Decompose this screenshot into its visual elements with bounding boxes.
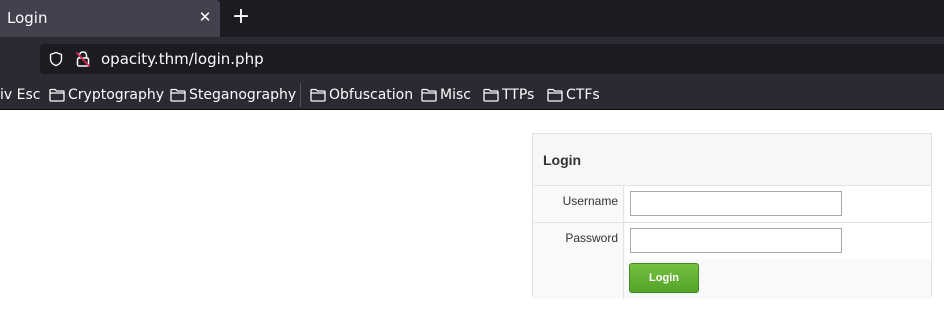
username-label-cell: Username	[533, 186, 624, 222]
folder-icon	[49, 88, 65, 102]
navigation-bar: opacity.thm/login.php	[0, 37, 944, 79]
password-label-cell: Password	[533, 223, 624, 259]
bookmark-label: Obfuscation	[329, 87, 414, 103]
tab-title: Login	[7, 9, 48, 27]
submit-label-cell	[533, 259, 624, 299]
folder-icon	[310, 88, 326, 102]
bookmark-label: iv Esc	[0, 87, 41, 103]
bookmark-steganography[interactable]: Steganography	[170, 86, 296, 104]
username-field-cell	[625, 186, 931, 222]
login-form: Login Username Password Login	[532, 133, 932, 299]
login-header: Login	[533, 134, 931, 186]
bookmark-label: Cryptography	[68, 87, 165, 103]
username-row: Username	[533, 186, 931, 223]
password-input[interactable]	[630, 228, 842, 253]
submit-field-cell: Login	[625, 259, 931, 299]
bookmark-obfuscation[interactable]: Obfuscation	[310, 86, 413, 104]
password-label: Password	[565, 231, 618, 245]
bookmark-ttps[interactable]: TTPs	[483, 86, 534, 104]
bookmark-cryptography[interactable]: Cryptography	[49, 86, 164, 104]
folder-icon	[483, 88, 499, 102]
tab-bar: Login ✕ +	[0, 0, 944, 37]
bookmark-label: CTFs	[566, 87, 600, 103]
login-title: Login	[543, 152, 582, 168]
new-tab-button[interactable]: +	[231, 6, 251, 28]
username-input[interactable]	[630, 191, 842, 216]
shield-icon[interactable]	[48, 51, 64, 67]
bookmark-label: Steganography	[189, 87, 297, 103]
bookmark-label: TTPs	[502, 87, 535, 103]
password-row: Password	[533, 223, 931, 260]
submit-row: Login	[533, 259, 931, 299]
bookmark-misc[interactable]: Misc	[421, 86, 471, 104]
folder-icon	[170, 88, 186, 102]
bookmark-ctfs[interactable]: CTFs	[547, 86, 600, 104]
folder-icon	[547, 88, 563, 102]
folder-icon	[421, 88, 437, 102]
login-button[interactable]: Login	[629, 263, 699, 293]
bookmark-priv-esc[interactable]: iv Esc	[0, 86, 40, 104]
url-text[interactable]: opacity.thm/login.php	[101, 50, 264, 68]
bookmarks-toolbar: iv Esc Cryptography Steganography Obfusc…	[0, 79, 944, 110]
address-bar[interactable]: opacity.thm/login.php	[40, 44, 944, 74]
active-tab[interactable]: Login ✕	[0, 0, 220, 37]
password-field-cell	[625, 223, 931, 259]
username-label: Username	[562, 194, 618, 208]
close-tab-icon[interactable]: ✕	[197, 8, 213, 26]
insecure-lock-icon[interactable]	[75, 50, 91, 68]
bookmark-label: Misc	[440, 87, 471, 103]
bookmarks-separator	[300, 83, 301, 107]
